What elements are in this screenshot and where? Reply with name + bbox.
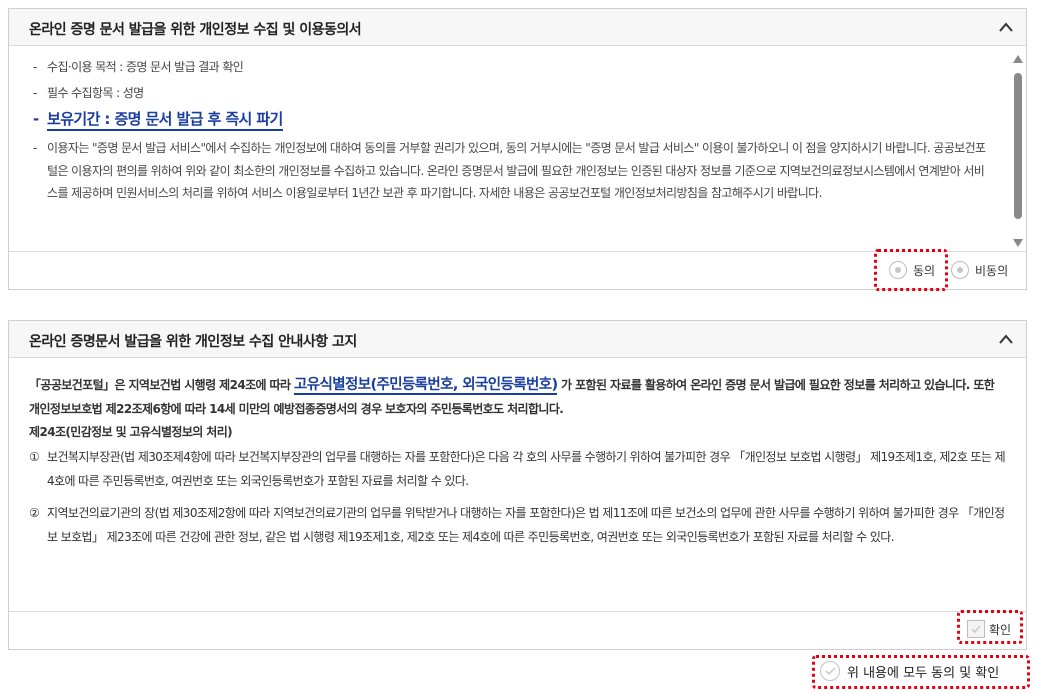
notice-content: 「공공보건포털」은 지역보건법 시행령 제24조에 따라 고유식별정보(주민등록… — [9, 359, 1026, 549]
chevron-up-icon[interactable] — [998, 332, 1014, 346]
disagree-label: 비동의 — [975, 263, 1009, 278]
notice-panel-identification: 온라인 증명문서 발급을 위한 개인정보 수집 안내사항 고지 「공공보건포털」… — [8, 320, 1027, 650]
retention-period-item: 보유기간 : 증명 문서 발급 후 즉시 파기 — [33, 107, 1010, 131]
retention-period-text: 보유기간 : 증명 문서 발급 후 즉시 파기 — [47, 110, 283, 131]
article-title: 제24조(민감정보 및 고유식별정보의 처리) — [29, 425, 233, 439]
agree-label: 동의 — [913, 263, 936, 278]
list-item: 필수 수집항목 : 성명 — [33, 83, 1010, 103]
panel-header: 온라인 증명문서 발급을 위한 개인정보 수집 안내사항 고지 — [9, 321, 1026, 358]
panel-footer: 동의 비동의 — [9, 251, 1026, 289]
disagree-radio[interactable]: 비동의 — [951, 260, 1008, 280]
chevron-up-icon[interactable] — [998, 20, 1014, 34]
panel-title: 온라인 증명 문서 발급을 위한 개인정보 수집 및 이용동의서 — [29, 22, 362, 38]
radio-icon[interactable] — [951, 261, 969, 279]
consent-panel-collection: 온라인 증명 문서 발급을 위한 개인정보 수집 및 이용동의서 수집·이용 목… — [8, 8, 1027, 290]
item-number: ① — [29, 450, 40, 464]
article-item: ② 지역보건의료기관의 장(법 제30조제2항에 따라 지역보건의료기관의 업무를… — [29, 501, 1006, 549]
list-item: 수집·이용 목적 : 증명 문서 발급 결과 확인 — [33, 57, 1010, 77]
article-item: ① 보건복지부장관(법 제30조제4항에 따라 보건복지부장관의 업무를 대행하는… — [29, 445, 1006, 493]
item-number: ② — [29, 506, 40, 520]
scroll-up-icon[interactable] — [1013, 55, 1023, 63]
panel-footer: 확인 — [9, 611, 1026, 649]
checkbox-icon[interactable] — [967, 620, 985, 638]
panel-title: 온라인 증명문서 발급을 위한 개인정보 수집 안내사항 고지 — [29, 334, 357, 350]
panel-header: 온라인 증명 문서 발급을 위한 개인정보 수집 및 이용동의서 — [9, 9, 1026, 46]
intro-prefix: 「공공보건포털」은 지역보건법 시행령 제24조에 따라 — [29, 378, 294, 392]
scroll-down-icon[interactable] — [1013, 239, 1023, 247]
list-item: 이용자는 "증명 문서 발급 서비스"에서 수집하는 개인정보에 대하여 동의를… — [33, 137, 993, 205]
agree-all-label: 위 내용에 모두 동의 및 확인 — [847, 665, 1000, 681]
scrollbar-thumb[interactable] — [1014, 73, 1022, 219]
unique-id-link: 고유식별정보(주민등록번호, 외국인등록번호) — [294, 377, 558, 395]
consent-content: 수집·이용 목적 : 증명 문서 발급 결과 확인 필수 수집항목 : 성명 보… — [9, 47, 1010, 252]
item-text: 지역보건의료기관의 장(법 제30조제2항에 따라 지역보건의료기관의 업무를 … — [47, 506, 1005, 544]
radio-icon[interactable] — [889, 261, 907, 279]
agree-all-checkbox[interactable]: 위 내용에 모두 동의 및 확인 — [820, 661, 999, 681]
agree-radio[interactable]: 동의 — [889, 260, 935, 280]
check-circle-icon[interactable] — [820, 661, 840, 681]
notice-intro: 「공공보건포털」은 지역보건법 시행령 제24조에 따라 고유식별정보(주민등록… — [29, 373, 1006, 421]
item-text: 보건복지부장관(법 제30조제4항에 따라 보건복지부장관의 업무를 대행하는 … — [47, 450, 1006, 488]
confirm-label: 확인 — [989, 622, 1012, 637]
scrollbar[interactable] — [1012, 53, 1024, 247]
confirm-checkbox[interactable]: 확인 — [967, 620, 1011, 638]
